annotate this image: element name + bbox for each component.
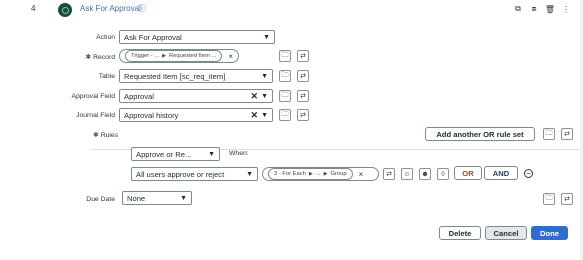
condition-value: All users approve or reject: [136, 169, 225, 179]
data-pill-picker-icon[interactable]: 🗀: [279, 90, 291, 102]
chevron-down-icon: ▼: [208, 150, 215, 158]
condition-builder-icon[interactable]: ⇄: [383, 168, 395, 180]
step-toolbar: ⧉ ⧈ 🗑 ⋮: [513, 4, 571, 14]
action-label: Action: [96, 34, 115, 41]
step-number: 4: [31, 4, 36, 13]
user-icon[interactable]: ☺: [401, 168, 413, 180]
rules-data-pill[interactable]: 3 - For Each ▶... ▶ Group: [268, 168, 353, 180]
clear-icon[interactable]: ✕: [251, 91, 259, 102]
close-icon[interactable]: ×: [228, 52, 233, 61]
due-date-select[interactable]: None ▼: [122, 191, 192, 205]
more-icon[interactable]: ⋮: [561, 4, 571, 14]
help-icon[interactable]: ⓘ: [138, 3, 146, 14]
remove-rule-icon[interactable]: −: [524, 169, 533, 178]
table-select[interactable]: Requested Item [sc_req_item] ▼: [119, 69, 273, 83]
due-date-value: None: [127, 193, 146, 203]
required-icon: ✱: [93, 132, 99, 139]
table-value: Requested Item [sc_req_item]: [124, 71, 226, 81]
or-button[interactable]: OR: [454, 166, 482, 180]
condition-builder-icon[interactable]: ⇄: [297, 70, 309, 82]
approval-action-icon: [58, 3, 72, 17]
data-pill-picker-icon[interactable]: 🗀: [543, 128, 555, 140]
data-pill-picker-icon[interactable]: 🗀: [543, 193, 555, 205]
rules-label: ✱ Rules: [93, 132, 119, 139]
data-pill-picker-icon[interactable]: 🗀: [279, 50, 291, 62]
journal-field-select[interactable]: Approval history ✕ ▼: [119, 108, 273, 122]
record-label: ✱ Record: [85, 54, 115, 61]
chevron-down-icon: ▼: [261, 92, 268, 100]
condition-builder-icon[interactable]: ⇄: [297, 90, 309, 102]
due-date-label: Due Date: [86, 196, 115, 203]
cancel-button[interactable]: Cancel: [485, 226, 527, 240]
chevron-down-icon: ▼: [261, 111, 268, 119]
condition-builder-icon[interactable]: ⇄: [297, 50, 309, 62]
trash-icon[interactable]: 🗑: [545, 4, 555, 14]
done-button[interactable]: Done: [531, 226, 568, 240]
condition-builder-icon[interactable]: ⇄: [561, 193, 573, 205]
lock-icon[interactable]: ◊: [437, 168, 449, 180]
record-pill-field[interactable]: Trigger - ... ▶ Requested Item ... ×: [119, 49, 239, 63]
approve-or-reject-select[interactable]: Approve or Re... ▼: [131, 147, 220, 161]
when-label: When:: [229, 150, 249, 157]
delete-button[interactable]: Delete: [439, 226, 481, 240]
clear-icon[interactable]: ✕: [251, 110, 259, 121]
approval-field-label: Approval Field: [71, 93, 115, 100]
action-select[interactable]: Ask For Approval ▼: [119, 30, 275, 44]
action-value: Ask For Approval: [124, 32, 182, 42]
chevron-down-icon: ▼: [246, 170, 253, 178]
journal-field-value: Approval history: [124, 110, 179, 120]
chevron-down-icon: ▼: [261, 72, 268, 80]
group-icon[interactable]: ☻: [419, 168, 431, 180]
chevron-down-icon: ▼: [180, 194, 187, 202]
approve-or-reject-value: Approve or Re...: [136, 149, 192, 159]
rules-pill-field[interactable]: 3 - For Each ▶... ▶ Group ×: [262, 167, 379, 181]
data-pill-picker-icon[interactable]: 🗀: [279, 70, 291, 82]
condition-builder-icon[interactable]: ⇄: [297, 109, 309, 121]
condition-builder-icon[interactable]: ⇄: [561, 128, 573, 140]
chevron-down-icon: ▼: [263, 33, 270, 41]
table-label: Table: [98, 73, 115, 80]
stack-icon[interactable]: ⧈: [529, 4, 539, 14]
data-pill-picker-icon[interactable]: 🗀: [279, 109, 291, 121]
close-icon[interactable]: ×: [359, 170, 364, 179]
add-or-rule-set-button[interactable]: Add another OR rule set: [425, 127, 535, 141]
journal-field-label: Journal Field: [76, 112, 115, 119]
condition-select[interactable]: All users approve or reject ▼: [131, 167, 258, 181]
copy-icon[interactable]: ⧉: [513, 4, 523, 14]
step-title[interactable]: Ask For Approval: [80, 4, 141, 13]
and-button[interactable]: AND: [484, 166, 518, 180]
approval-field-value: Approval: [124, 91, 154, 101]
required-icon: ✱: [85, 54, 92, 61]
approval-field-select[interactable]: Approval ✕ ▼: [119, 89, 273, 103]
record-data-pill[interactable]: Trigger - ... ▶ Requested Item ...: [125, 50, 223, 62]
